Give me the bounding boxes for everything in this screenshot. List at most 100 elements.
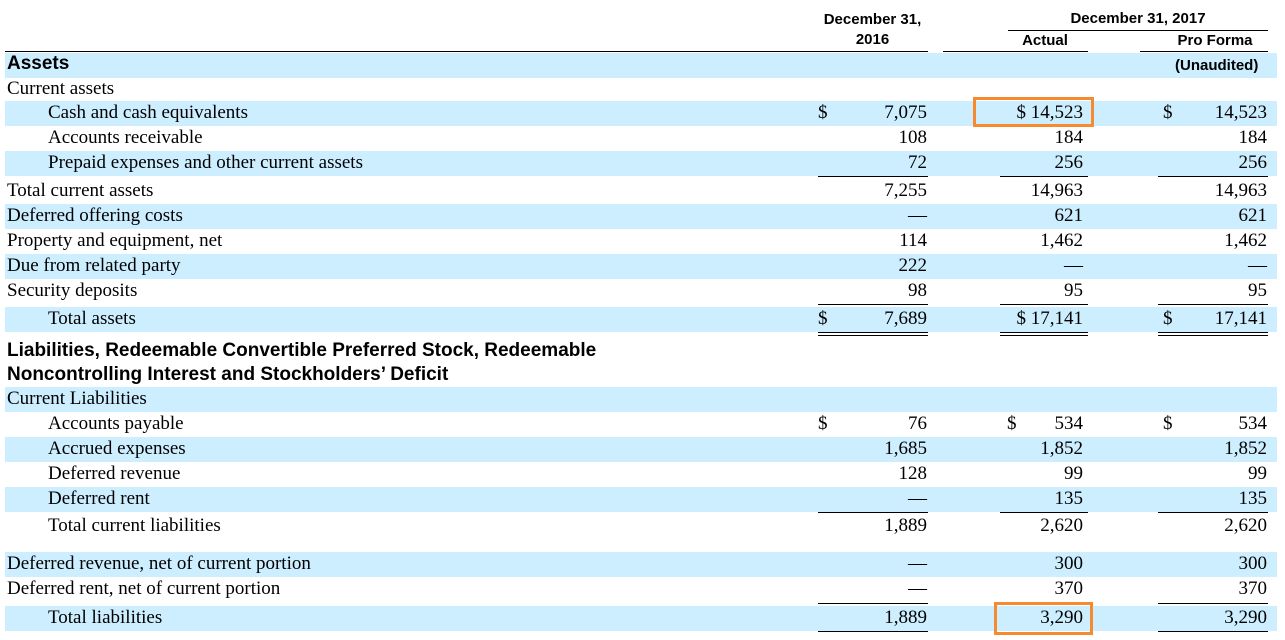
header-2016-line1: December 31, — [823, 11, 922, 28]
row-label: Deferred offering costs — [7, 205, 183, 226]
value-proforma: 621 — [1238, 205, 1268, 226]
subtotal-rule — [1158, 304, 1268, 305]
table-row: Property and equipment, net 114 1,462 1,… — [5, 229, 1277, 254]
value-actual: $ 17,141 — [1016, 308, 1084, 329]
table-row: Deferred revenue 128 99 99 — [5, 462, 1277, 487]
header-actual-rule — [943, 51, 1088, 52]
row-label: Security deposits — [7, 280, 138, 301]
value-2016: — — [908, 205, 927, 226]
value-actual: 256 — [1054, 152, 1084, 173]
header-2016-rule — [800, 51, 928, 52]
subtotal-rule — [1158, 603, 1268, 604]
current-assets-label: Current assets — [7, 78, 115, 99]
value-2016: 98 — [908, 280, 927, 301]
row-label: Prepaid expenses and other current asset… — [48, 152, 363, 173]
value-proforma: 256 — [1238, 152, 1268, 173]
row-label: Deferred rent, net of current portion — [7, 578, 281, 599]
header-2017-group: December 31, 2017 — [1070, 10, 1206, 27]
table-row: Security deposits 98 95 95 — [5, 279, 1277, 304]
header-2016: December 31, 2016 — [800, 10, 945, 50]
value-proforma: 95 — [1248, 280, 1267, 301]
row-label: Total liabilities — [48, 607, 163, 628]
total-double-rule — [818, 332, 928, 336]
subtotal-rule — [1000, 512, 1088, 513]
value-actual: 14,963 — [1030, 180, 1083, 201]
subtotal-rule — [818, 603, 928, 604]
header-proforma-rule — [1140, 51, 1268, 52]
table-row: Deferred rent — 135 135 — [5, 487, 1277, 512]
unaudited-label: (Unaudited) — [1175, 57, 1259, 74]
subtotal-rule — [1000, 304, 1088, 305]
value-actual: 2,620 — [1040, 515, 1083, 536]
table-row: Total current liabilities 1,889 2,620 2,… — [5, 514, 1277, 552]
value-proforma: 14,523 — [1214, 102, 1267, 123]
subtotal-rule — [818, 512, 928, 513]
value-proforma: 14,963 — [1214, 180, 1267, 201]
value-2016: 1,889 — [884, 607, 927, 628]
value-proforma: 184 — [1238, 127, 1268, 148]
value-2016: — — [908, 488, 927, 509]
subtotal-rule — [1158, 512, 1268, 513]
value-actual: 95 — [1064, 280, 1083, 301]
table-row: Due from related party 222 — — — [5, 254, 1277, 279]
row-label: Cash and cash equivalents — [48, 102, 248, 123]
value-2016: 1,889 — [884, 515, 927, 536]
table-row: Total current assets 7,255 14,963 14,963 — [5, 179, 1277, 204]
value-actual: 370 — [1054, 578, 1084, 599]
value-proforma: 3,290 — [1224, 607, 1267, 628]
total-rule — [818, 631, 928, 632]
assets-header-row: Assets (Unaudited) — [5, 53, 1277, 78]
table-row: Accrued expenses 1,685 1,852 1,852 — [5, 437, 1277, 462]
current-liabilities-label-row: Current Liabilities — [5, 387, 1277, 412]
table-row: Total assets $ 7,689 $ 17,141 $ 17,141 — [5, 307, 1277, 332]
value-proforma: 99 — [1248, 463, 1267, 484]
liabilities-heading-line1: Liabilities, Redeemable Convertible Pref… — [7, 340, 597, 361]
row-label: Total assets — [48, 308, 136, 329]
value-2016: 76 — [908, 413, 927, 434]
subtotal-rule — [1000, 176, 1088, 177]
value-2016: 108 — [898, 127, 928, 148]
value-2016: 7,075 — [884, 102, 927, 123]
row-label: Total current assets — [7, 180, 154, 201]
value-2016: 128 — [898, 463, 928, 484]
table-row: Deferred rent, net of current portion — … — [5, 577, 1277, 602]
row-label: Due from related party — [7, 255, 181, 276]
value-actual: 184 — [1054, 127, 1084, 148]
row-label: Deferred rent — [48, 488, 150, 509]
table-row: Accounts receivable 108 184 184 — [5, 126, 1277, 151]
value-2016: 7,689 — [884, 308, 927, 329]
highlight-cash-actual — [973, 97, 1094, 127]
header-proforma: Pro Forma — [1177, 32, 1253, 49]
value-actual: 534 — [1054, 413, 1084, 434]
value-proforma: 1,462 — [1224, 230, 1267, 251]
value-actual: 135 — [1054, 488, 1084, 509]
value-proforma: 1,852 — [1224, 438, 1267, 459]
value-2016: 1,685 — [884, 438, 927, 459]
subtotal-rule — [1158, 176, 1268, 177]
assets-heading: Assets — [7, 53, 70, 74]
row-label: Property and equipment, net — [7, 230, 223, 251]
total-double-rule — [1000, 332, 1088, 336]
value-proforma: 534 — [1238, 413, 1268, 434]
value-2016: 222 — [898, 255, 928, 276]
liabilities-heading-line2: Noncontrolling Interest and Stockholders… — [7, 364, 449, 385]
value-proforma: 2,620 — [1224, 515, 1267, 536]
value-actual: 300 — [1054, 553, 1084, 574]
value-actual: 1,852 — [1040, 438, 1083, 459]
value-proforma: 135 — [1238, 488, 1268, 509]
row-label: Accrued expenses — [48, 438, 186, 459]
header-2016-line2: 2016 — [855, 31, 890, 48]
table-top-rule — [5, 51, 800, 52]
value-2016: — — [908, 553, 927, 574]
value-actual: 99 — [1064, 463, 1083, 484]
subtotal-rule — [818, 304, 928, 305]
value-2016: — — [908, 578, 927, 599]
total-double-rule — [1158, 332, 1268, 336]
header-actual: Actual — [1022, 32, 1068, 49]
value-2016: 7,255 — [884, 180, 927, 201]
table-row: Accounts payable $ 76 $ 534 $ 534 — [5, 412, 1277, 437]
value-proforma: 300 — [1238, 553, 1268, 574]
value-actual: — — [1064, 255, 1083, 276]
value-actual: 621 — [1054, 205, 1084, 226]
value-proforma: 17,141 — [1214, 308, 1267, 329]
